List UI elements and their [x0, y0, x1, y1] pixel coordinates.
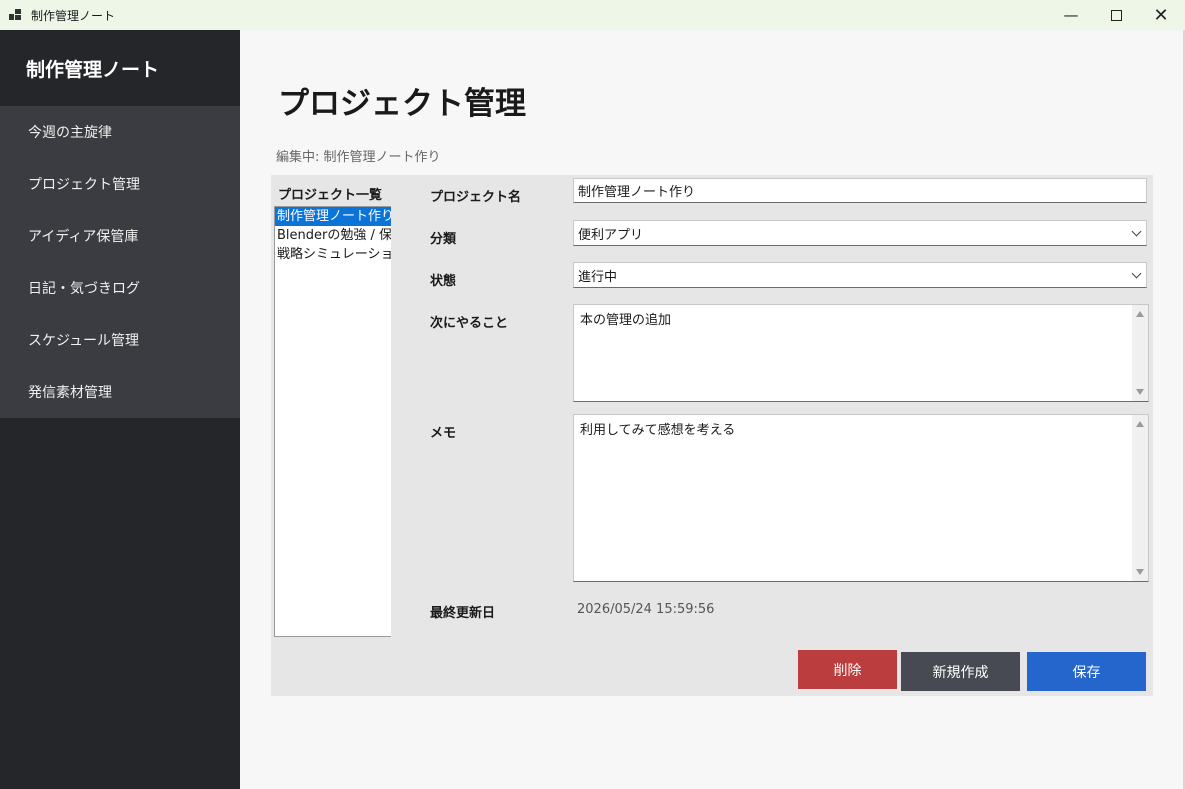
memo-value: 利用してみて感想を考える [580, 423, 736, 438]
close-icon: ✕ [1153, 4, 1169, 26]
status-value: 進行中 [578, 269, 618, 285]
category-select[interactable]: 便利アプリ [573, 220, 1147, 246]
next-action-scrollbar[interactable] [1132, 305, 1148, 401]
next-action-value: 本の管理の追加 [580, 313, 672, 328]
status-label: 状態 [430, 274, 457, 289]
project-name-input[interactable]: 制作管理ノート作り [573, 178, 1147, 203]
sidebar-item-projects[interactable]: プロジェクト管理 [0, 158, 240, 210]
category-value: 便利アプリ [578, 227, 644, 243]
memo-scrollbar[interactable] [1132, 415, 1148, 581]
memo-label: メモ [430, 426, 457, 441]
editing-status: 編集中: 制作管理ノート作り [276, 150, 441, 165]
sidebar: 制作管理ノート 今週の主旋律 プロジェクト管理 アイディア保管庫 日記・気づきロ… [0, 30, 240, 789]
page-title: プロジェクト管理 [278, 86, 526, 122]
delete-button[interactable]: 削除 [798, 650, 897, 689]
new-button[interactable]: 新規作成 [901, 652, 1020, 691]
sidebar-item-ideas[interactable]: アイディア保管庫 [0, 210, 240, 262]
next-action-textarea[interactable]: 本の管理の追加 [573, 304, 1149, 402]
project-name-value: 制作管理ノート作り [578, 185, 696, 200]
list-item[interactable]: 制作管理ノート作り / [275, 207, 391, 226]
scroll-up-icon[interactable] [1136, 421, 1144, 427]
status-select[interactable]: 進行中 [573, 262, 1147, 288]
sidebar-brand: 制作管理ノート [26, 58, 160, 81]
memo-textarea[interactable]: 利用してみて感想を考える [573, 414, 1149, 582]
last-updated-label: 最終更新日 [430, 606, 496, 621]
project-panel: プロジェクト一覧 制作管理ノート作り / Blenderの勉強 / 保留 戦略シ… [271, 175, 1153, 696]
category-label: 分類 [430, 232, 457, 247]
app-icon [9, 9, 21, 21]
minimize-button[interactable]: — [1048, 0, 1094, 30]
sidebar-item-weekly-theme[interactable]: 今週の主旋律 [0, 106, 240, 158]
maximize-button[interactable] [1093, 0, 1139, 30]
sidebar-item-schedule[interactable]: スケジュール管理 [0, 314, 240, 366]
save-button[interactable]: 保存 [1027, 652, 1146, 691]
window-title: 制作管理ノート [31, 9, 116, 23]
last-updated-value: 2026/05/24 15:59:56 [577, 602, 715, 617]
sidebar-item-materials[interactable]: 発信素材管理 [0, 366, 240, 418]
main-content: プロジェクト管理 編集中: 制作管理ノート作り プロジェクト一覧 制作管理ノート… [240, 30, 1185, 789]
project-list[interactable]: 制作管理ノート作り / Blenderの勉強 / 保留 戦略シミュレーション / [274, 206, 391, 637]
project-name-label: プロジェクト名 [430, 190, 522, 205]
scroll-down-icon[interactable] [1136, 569, 1144, 575]
minimize-icon: — [1063, 6, 1079, 24]
close-button[interactable]: ✕ [1138, 0, 1184, 30]
list-item[interactable]: Blenderの勉強 / 保留 [275, 226, 391, 245]
next-action-label: 次にやること [430, 316, 509, 331]
title-bar: 制作管理ノート — ✕ [0, 0, 1185, 30]
sidebar-item-diary[interactable]: 日記・気づきログ [0, 262, 240, 314]
maximize-icon [1110, 9, 1122, 21]
chevron-down-icon [1131, 226, 1142, 237]
scroll-up-icon[interactable] [1136, 311, 1144, 317]
sidebar-menu: 今週の主旋律 プロジェクト管理 アイディア保管庫 日記・気づきログ スケジュール… [0, 106, 240, 418]
chevron-down-icon [1131, 268, 1142, 279]
list-item[interactable]: 戦略シミュレーション / [275, 245, 391, 264]
scroll-down-icon[interactable] [1136, 389, 1144, 395]
project-list-label: プロジェクト一覧 [278, 188, 383, 203]
